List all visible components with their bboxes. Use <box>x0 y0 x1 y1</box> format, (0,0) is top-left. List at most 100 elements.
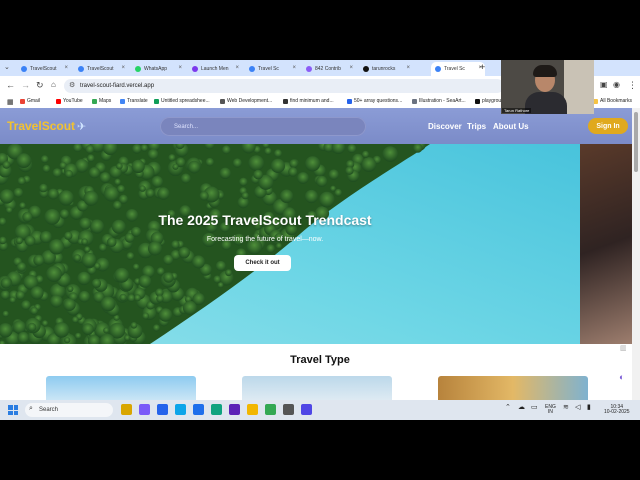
nav-about-us[interactable]: About Us <box>493 122 529 131</box>
bookmark-item[interactable]: Web Development... <box>220 98 272 104</box>
tab-label: 842 Contrib <box>315 66 341 72</box>
tab-favicon-icon <box>363 66 369 72</box>
forest-tree <box>156 295 164 303</box>
media-icon[interactable] <box>229 404 240 415</box>
close-tab-icon[interactable]: × <box>292 65 296 71</box>
browser-tab[interactable]: TravelScout × <box>17 62 71 76</box>
forest-tree <box>215 260 226 272</box>
tab-favicon-icon <box>21 66 27 72</box>
forest-tree <box>39 231 52 244</box>
windows-taskbar: ⌕ Search ⌃ ☁ ▭ ENG IN ≋ ◁ ▮ 10:34 10-02-… <box>0 400 640 420</box>
bookmark-item[interactable]: Maps <box>92 98 111 104</box>
site-info-icon[interactable]: ⚙ <box>69 81 75 89</box>
app-icon[interactable] <box>283 404 294 415</box>
close-tab-icon[interactable]: × <box>235 65 239 71</box>
forest-tree <box>151 176 164 188</box>
language-indicator[interactable]: ENG IN <box>545 405 556 415</box>
apps-icon[interactable]: ▦ <box>7 98 14 106</box>
bookmark-item[interactable]: find minimum and... <box>283 98 334 104</box>
store-icon[interactable] <box>157 404 168 415</box>
close-tab-icon[interactable]: × <box>349 65 353 71</box>
site-search-input[interactable]: Search... <box>160 117 366 136</box>
tab-search-icon[interactable]: ⌄ <box>4 63 10 71</box>
taskbar-search[interactable]: ⌕ Search <box>25 403 113 417</box>
close-tab-icon[interactable]: × <box>121 65 125 71</box>
scrollbar-thumb[interactable] <box>634 112 638 172</box>
battery-icon[interactable]: ▮ <box>587 404 591 411</box>
browser-tab[interactable]: 842 Contrib × <box>302 62 356 76</box>
vscode-icon[interactable] <box>193 404 204 415</box>
menu-icon[interactable]: ⋮ <box>628 80 637 91</box>
bookmark-item[interactable]: Gmail <box>20 98 40 104</box>
all-bookmarks[interactable]: All Bookmarks <box>593 98 632 104</box>
wifi-icon[interactable]: ≋ <box>563 404 569 411</box>
close-tab-icon[interactable]: × <box>178 65 182 71</box>
bookmark-item[interactable]: 50+ array questions... <box>347 98 402 104</box>
browser-tab[interactable]: Launch Men × <box>188 62 242 76</box>
sign-in-button[interactable]: Sign In <box>588 118 628 134</box>
clock[interactable]: 10:34 10-02-2025 <box>604 405 630 415</box>
tab-favicon-icon <box>78 66 84 72</box>
page-scrollbar[interactable] <box>632 108 640 400</box>
folder-icon[interactable] <box>247 404 258 415</box>
close-tab-icon[interactable]: × <box>64 65 68 71</box>
site-logo-text: TravelScout <box>7 119 76 133</box>
teams-icon[interactable] <box>301 404 312 415</box>
forest-tree <box>163 272 174 283</box>
browser-tab[interactable]: WhatsApp × <box>131 62 185 76</box>
forest-tree <box>74 332 82 340</box>
forest-tree <box>99 172 111 183</box>
nav-discover[interactable]: Discover <box>428 122 462 131</box>
new-tab-button[interactable]: + <box>480 62 485 72</box>
forest-tree <box>30 286 44 300</box>
bookmark-item[interactable]: Translate <box>120 98 148 104</box>
forward-icon[interactable]: → <box>21 80 30 90</box>
forest-tree <box>219 167 231 179</box>
extensions-icon[interactable]: ▣ <box>600 80 608 89</box>
page-side-icon[interactable]: ▥ <box>620 344 627 352</box>
bookmark-item[interactable]: Untitled spreadshee... <box>154 98 210 104</box>
site-logo[interactable]: TravelScout ✈ <box>7 119 86 133</box>
forest-tree <box>158 308 173 322</box>
home-icon[interactable]: ⌂ <box>51 80 56 89</box>
browser-tab[interactable]: Travel Sc × <box>245 62 299 76</box>
chevron-up-icon[interactable]: ⌃ <box>505 404 511 411</box>
onedrive-icon[interactable]: ☁ <box>518 404 525 411</box>
chrome-icon[interactable] <box>265 404 276 415</box>
url-field[interactable]: ⚙ travel-scout-fiard.vercel.app <box>64 79 504 93</box>
browser-tab[interactable]: Travel Sc × <box>431 62 485 76</box>
browser-tab[interactable]: tarunrocks × <box>359 62 413 76</box>
reload-icon[interactable]: ↻ <box>36 80 44 91</box>
bookmark-item[interactable]: YouTube <box>56 98 83 104</box>
check-it-out-button[interactable]: Check it out <box>234 255 291 271</box>
forest-tree <box>78 290 91 303</box>
tab-label: Travel Sc <box>258 66 279 72</box>
travel-type-card[interactable] <box>242 376 392 400</box>
travel-type-card[interactable] <box>46 376 196 400</box>
bookmark-item[interactable]: Illustration - SeaArt... <box>412 98 466 104</box>
sign-in-label: Sign In <box>596 122 620 130</box>
forest-tree <box>304 189 318 204</box>
travel-type-card[interactable] <box>438 376 588 400</box>
bookmark-favicon-icon <box>120 98 125 104</box>
back-icon[interactable]: ← <box>6 80 15 90</box>
forest-tree <box>114 267 130 283</box>
edge-icon[interactable] <box>211 404 222 415</box>
forest-tree <box>221 145 231 155</box>
close-tab-icon[interactable]: × <box>406 65 410 71</box>
bookmark-item[interactable]: playgrou <box>475 98 501 104</box>
bookmark-label: YouTube <box>63 98 83 104</box>
bookmark-favicon-icon <box>56 98 61 104</box>
bookmark-favicon-icon <box>220 98 225 104</box>
file-explorer-icon[interactable] <box>121 404 132 415</box>
browser-tab[interactable]: TravelScout × <box>74 62 128 76</box>
copilot-icon[interactable] <box>139 404 150 415</box>
profile-icon[interactable]: ◉ <box>613 80 620 89</box>
forest-tree <box>106 237 117 247</box>
windows-start-icon[interactable] <box>8 405 18 415</box>
photos-icon[interactable] <box>175 404 186 415</box>
nav-trips[interactable]: Trips <box>467 122 486 131</box>
volume-icon[interactable]: ◁ <box>575 404 580 411</box>
network-tray-icon[interactable]: ▭ <box>531 404 538 411</box>
assistant-icon[interactable]: ◐ <box>619 372 624 382</box>
